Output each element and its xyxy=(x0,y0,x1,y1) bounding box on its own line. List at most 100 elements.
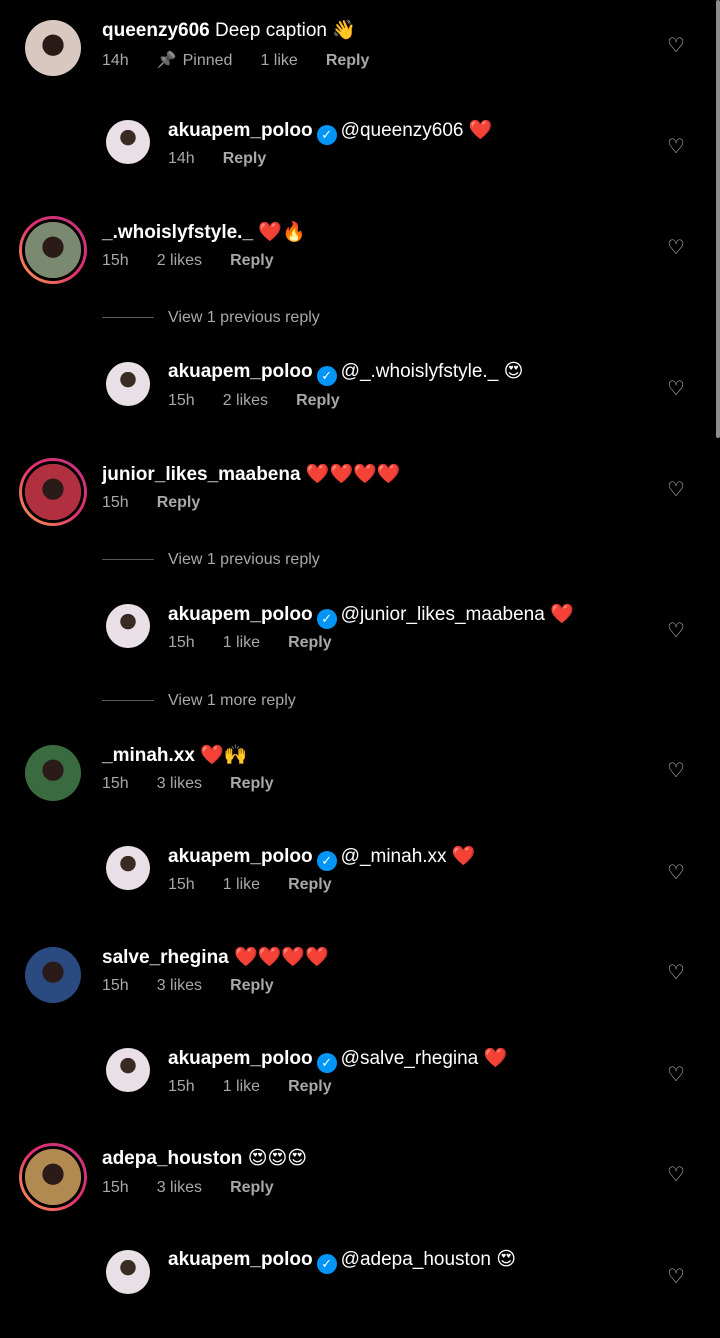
comment-meta: 14h 📌 Pinned 1 like Reply xyxy=(102,50,397,70)
mention-link[interactable]: @_minah.xx xyxy=(341,846,447,867)
timestamp: 15h xyxy=(168,876,195,893)
username[interactable]: akuapem_poloo xyxy=(168,846,313,867)
likes-count[interactable]: 2 likes xyxy=(157,252,202,270)
reply-button[interactable]: Reply xyxy=(288,876,332,894)
avatar-frame xyxy=(22,461,84,523)
comment-text: _minah.xx ❤️🙌 xyxy=(102,743,248,767)
comment-text: akuapem_poloo ✓ @salve_rhegina ❤️ xyxy=(168,1046,507,1073)
mention-link[interactable]: @junior_likes_maabena xyxy=(341,604,545,625)
avatar[interactable] xyxy=(106,1250,150,1294)
verified-badge-icon: ✓ xyxy=(316,1053,337,1073)
emoji: 😍 xyxy=(496,1248,517,1270)
comment-meta: 15h 2 likes Reply xyxy=(168,392,368,410)
avatar-image xyxy=(25,1149,81,1205)
comment-item: _.whoislyfstyle._ ❤️🔥 15h 2 likes Reply ♡ xyxy=(0,216,720,310)
view-replies-button[interactable]: View 1 previous reply xyxy=(102,551,320,569)
emoji: ❤️🔥 xyxy=(258,221,306,243)
verified-badge-icon: ✓ xyxy=(316,125,337,145)
reply-button[interactable]: Reply xyxy=(326,52,370,70)
heart-outline-icon[interactable]: ♡ xyxy=(666,136,686,156)
username[interactable]: akuapem_poloo xyxy=(168,604,313,625)
comment-item: _minah.xx ❤️🙌 15h 3 likes Reply ♡ xyxy=(0,743,720,833)
story-avatar[interactable] xyxy=(19,216,87,284)
story-avatar[interactable] xyxy=(19,458,87,526)
view-replies-button[interactable]: View 1 more reply xyxy=(102,692,296,710)
reply-item: akuapem_poloo ✓ @queenzy606 ❤️ 14h Reply ♡ xyxy=(0,118,720,208)
likes-count[interactable]: 1 like xyxy=(223,876,260,894)
view-replies-button[interactable]: View 1 previous reply xyxy=(102,309,320,327)
avatar[interactable] xyxy=(106,846,150,890)
likes-count[interactable]: 3 likes xyxy=(157,977,202,995)
comment-text: queenzy606 Deep caption 👋 xyxy=(102,18,356,42)
mention-link[interactable]: @adepa_houston xyxy=(341,1249,491,1270)
likes-count[interactable]: 3 likes xyxy=(157,775,202,793)
username[interactable]: adepa_houston xyxy=(102,1148,242,1169)
username[interactable]: queenzy606 xyxy=(102,20,210,41)
heart-outline-icon[interactable]: ♡ xyxy=(666,620,686,640)
likes-count[interactable]: 2 likes xyxy=(223,392,268,410)
avatar[interactable] xyxy=(106,362,150,406)
avatar-frame xyxy=(22,1146,84,1208)
mention-link[interactable]: @queenzy606 xyxy=(341,120,464,141)
timestamp: 15h xyxy=(102,977,129,994)
timestamp: 15h xyxy=(102,252,129,269)
emoji: ❤️❤️❤️❤️ xyxy=(305,463,401,485)
username[interactable]: _.whoislyfstyle._ xyxy=(102,222,253,243)
comment-text: salve_rhegina ❤️❤️❤️❤️ xyxy=(102,945,329,969)
mention-link[interactable]: @_.whoislyfstyle._ xyxy=(341,361,499,382)
username[interactable]: akuapem_poloo xyxy=(168,361,313,382)
likes-count[interactable]: 3 likes xyxy=(157,1179,202,1197)
divider-line xyxy=(102,317,154,319)
comment-text: akuapem_poloo ✓ @queenzy606 ❤️ xyxy=(168,118,492,145)
reply-item: akuapem_poloo ✓ @_minah.xx ❤️ 15h 1 like Repl… xyxy=(0,844,720,934)
avatar[interactable] xyxy=(25,947,81,1003)
likes-count[interactable]: 1 like xyxy=(260,52,297,70)
reply-button[interactable]: Reply xyxy=(230,977,274,995)
heart-outline-icon[interactable]: ♡ xyxy=(666,1164,686,1184)
mention-link[interactable]: @salve_rhegina xyxy=(341,1048,479,1069)
username[interactable]: junior_likes_maabena xyxy=(102,464,301,485)
avatar[interactable] xyxy=(106,604,150,648)
heart-outline-icon[interactable]: ♡ xyxy=(666,35,686,55)
username[interactable]: salve_rhegina xyxy=(102,947,229,968)
reply-button[interactable]: Reply xyxy=(288,634,332,652)
avatar-image xyxy=(106,604,150,648)
heart-outline-icon[interactable]: ♡ xyxy=(666,1266,686,1286)
heart-outline-icon[interactable]: ♡ xyxy=(666,760,686,780)
comment-text: akuapem_poloo ✓ @_.whoislyfstyle._ 😍 xyxy=(168,360,523,386)
reply-button[interactable]: Reply xyxy=(288,1078,332,1096)
reply-button[interactable]: Reply xyxy=(230,775,274,793)
likes-count[interactable]: 1 like xyxy=(223,1078,260,1096)
timestamp: 15h xyxy=(168,634,195,651)
heart-outline-icon[interactable]: ♡ xyxy=(666,862,686,882)
reply-button[interactable]: Reply xyxy=(157,494,201,512)
username[interactable]: akuapem_poloo xyxy=(168,1048,313,1069)
heart-outline-icon[interactable]: ♡ xyxy=(666,962,686,982)
heart-outline-icon[interactable]: ♡ xyxy=(666,237,686,257)
reply-button[interactable]: Reply xyxy=(223,150,267,168)
emoji: ❤️❤️❤️❤️ xyxy=(234,946,329,968)
story-avatar[interactable] xyxy=(19,1143,87,1211)
comments-list[interactable]: queenzy606 Deep caption 👋 14h 📌 Pinned 1 lik… xyxy=(0,0,720,1294)
pin-icon: 📌 xyxy=(156,50,177,69)
reply-button[interactable]: Reply xyxy=(230,1179,274,1197)
scrollbar[interactable] xyxy=(716,0,720,438)
reply-button[interactable]: Reply xyxy=(296,392,340,410)
heart-outline-icon[interactable]: ♡ xyxy=(666,1064,686,1084)
avatar[interactable] xyxy=(25,20,81,76)
comment-text: adepa_houston 😍😍😍 xyxy=(102,1147,307,1170)
reply-button[interactable]: Reply xyxy=(230,252,274,270)
divider-line xyxy=(102,559,154,561)
avatar[interactable] xyxy=(106,120,150,164)
username[interactable]: _minah.xx xyxy=(102,745,195,766)
likes-count[interactable]: 1 like xyxy=(223,634,260,652)
heart-outline-icon[interactable]: ♡ xyxy=(666,378,686,398)
username[interactable]: akuapem_poloo xyxy=(168,1249,313,1270)
avatar[interactable] xyxy=(25,745,81,801)
username[interactable]: akuapem_poloo xyxy=(168,120,313,141)
view-replies-label: View 1 previous reply xyxy=(168,309,320,326)
comment-meta: 15h 1 like Reply xyxy=(168,876,360,894)
avatar-image xyxy=(25,947,81,1003)
heart-outline-icon[interactable]: ♡ xyxy=(666,479,686,499)
avatar[interactable] xyxy=(106,1048,150,1092)
